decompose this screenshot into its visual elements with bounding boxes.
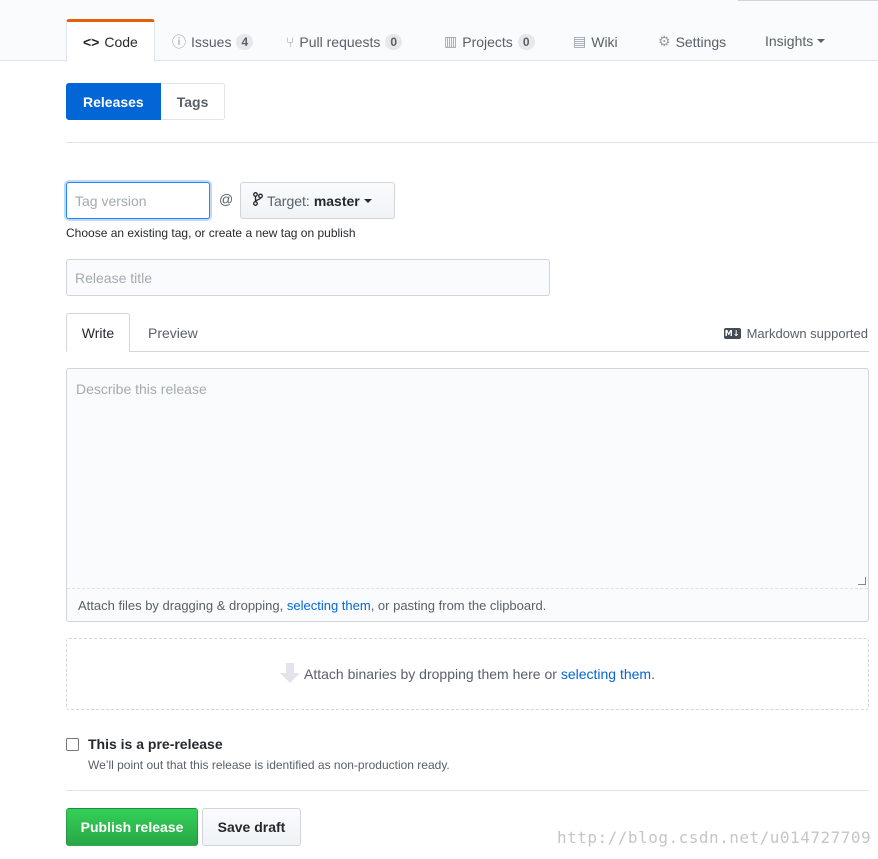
- tab-settings[interactable]: ⚙ Settings: [658, 20, 726, 63]
- target-branch-button[interactable]: Target: master: [240, 182, 395, 219]
- tab-settings-label: Settings: [675, 33, 727, 50]
- tab-wiki-label: Wiki: [591, 33, 618, 50]
- tag-version-input[interactable]: [66, 182, 210, 219]
- repo-nav: <> Code ⓘ Issues 4 ⑂ Pull requests 0 ▥ P…: [0, 0, 878, 63]
- target-prefix: Target:: [267, 192, 310, 209]
- tab-insights-label: Insights: [765, 32, 814, 49]
- tab-pull-requests[interactable]: ⑂ Pull requests 0: [286, 20, 403, 63]
- chevron-down-icon: [363, 198, 372, 203]
- projects-counter: 0: [517, 33, 535, 50]
- tab-write[interactable]: Write: [66, 313, 130, 352]
- tabs-border: [66, 351, 869, 352]
- tab-wiki[interactable]: ▤ Wiki: [573, 20, 618, 63]
- markdown-icon: M↓: [723, 328, 741, 339]
- prerelease-note: We’ll point out that this release is ide…: [88, 758, 450, 772]
- tab-issues-label: Issues: [191, 33, 232, 50]
- code-icon: <>: [83, 34, 100, 50]
- tab-preview[interactable]: Preview: [148, 325, 198, 341]
- release-body-textarea[interactable]: [67, 369, 868, 587]
- attach-files-prefix: Attach files by dragging & dropping,: [78, 597, 284, 613]
- tab-projects-label: Projects: [462, 33, 513, 50]
- prerelease-label[interactable]: This is a pre-release: [88, 736, 223, 752]
- tab-code-label: Code: [104, 34, 138, 50]
- header-border: [738, 0, 878, 1]
- branch-icon: [253, 192, 263, 209]
- pull-requests-counter: 0: [385, 33, 403, 50]
- tab-issues[interactable]: ⓘ Issues 4: [172, 20, 254, 63]
- gear-icon: ⚙: [658, 33, 671, 49]
- save-draft-button[interactable]: Save draft: [202, 808, 301, 846]
- book-icon: ▤: [573, 33, 587, 49]
- project-icon: ▥: [444, 33, 458, 49]
- binaries-link[interactable]: selecting them: [561, 666, 651, 682]
- tag-help-text: Choose an existing tag, or create a new …: [66, 226, 356, 240]
- arrow-down-icon: [280, 663, 300, 685]
- at-symbol: @: [219, 191, 234, 207]
- subnav-tags[interactable]: Tags: [160, 83, 226, 120]
- binaries-suffix: .: [651, 666, 655, 682]
- releases-subnav: Releases Tags: [66, 83, 226, 120]
- binaries-prefix: Attach binaries by dropping them here or: [304, 666, 557, 682]
- markdown-supported-label: Markdown supported: [746, 326, 868, 341]
- subnav-releases[interactable]: Releases: [66, 83, 161, 120]
- attach-files-link[interactable]: selecting them: [287, 598, 371, 613]
- resize-handle-icon[interactable]: [858, 577, 866, 585]
- pull-request-icon: ⑂: [286, 33, 295, 50]
- attach-files-bar: Attach files by dragging & dropping, sel…: [67, 588, 868, 621]
- markdown-supported[interactable]: M↓ Markdown supported: [723, 326, 868, 341]
- attach-files-suffix: , or pasting from the clipboard.: [370, 597, 547, 613]
- release-title-input[interactable]: [66, 259, 550, 296]
- target-branch-name: master: [313, 192, 360, 209]
- tab-insights[interactable]: Insights: [765, 19, 826, 62]
- issue-icon: ⓘ: [172, 33, 186, 50]
- divider: [66, 142, 878, 143]
- binaries-drop-zone[interactable]: Attach binaries by dropping them here or…: [66, 638, 869, 710]
- watermark: http://blog.csdn.net/u014727709: [557, 828, 872, 847]
- prerelease-checkbox[interactable]: [66, 738, 79, 751]
- chevron-down-icon: [817, 38, 826, 43]
- publish-release-button[interactable]: Publish release: [66, 808, 198, 846]
- tab-code[interactable]: <> Code: [66, 19, 155, 62]
- issues-counter: 4: [236, 33, 254, 50]
- release-body-container: Attach files by dragging & dropping, sel…: [66, 368, 869, 622]
- divider: [66, 790, 869, 791]
- tab-projects[interactable]: ▥ Projects 0: [444, 20, 535, 63]
- tab-pull-requests-label: Pull requests: [299, 33, 381, 50]
